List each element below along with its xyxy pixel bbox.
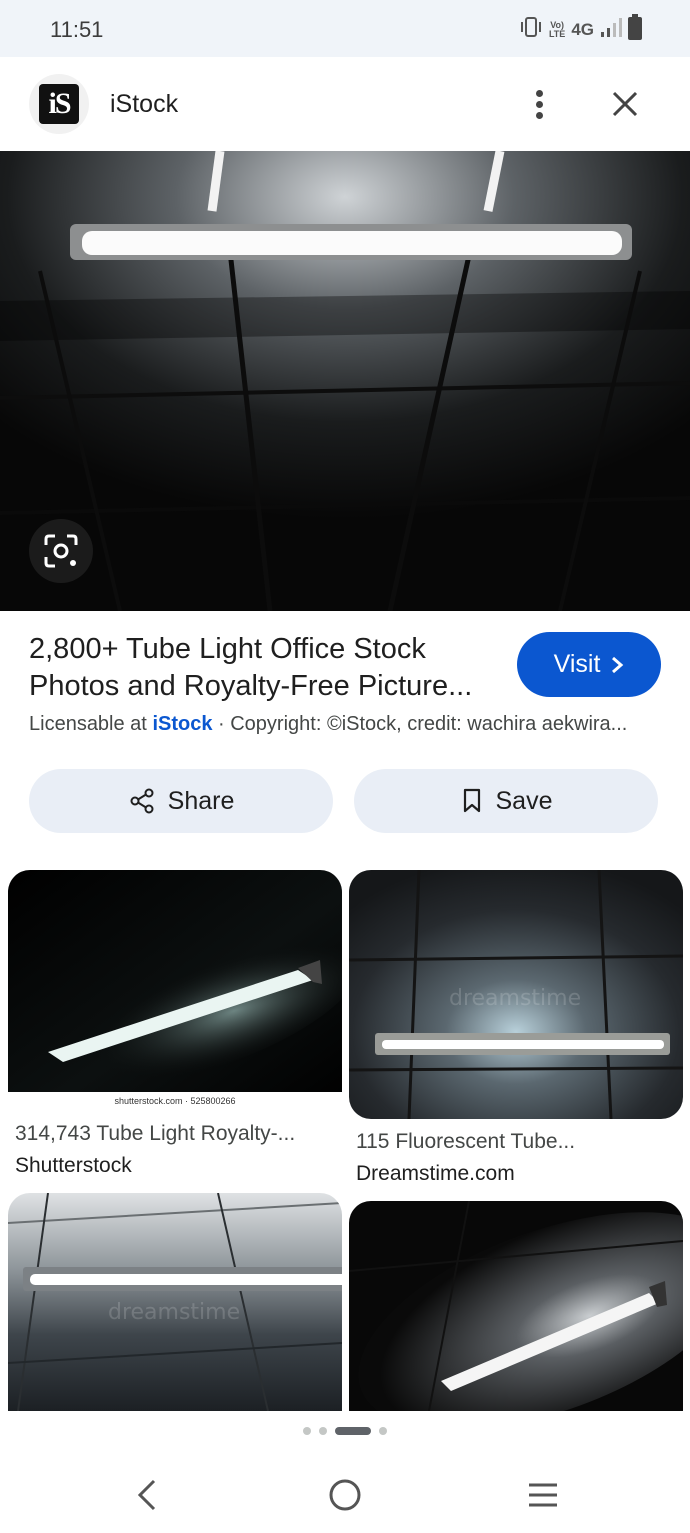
chevron-right-icon <box>612 656 624 673</box>
close-button[interactable] <box>603 82 647 126</box>
menu-icon <box>529 1483 557 1507</box>
bookmark-icon <box>463 788 480 813</box>
app-header: iS iStock <box>0 57 690 151</box>
related-source: Dreamstime.com <box>356 1162 515 1185</box>
related-caption: 115 Fluorescent Tube... <box>356 1130 576 1153</box>
network-type: 4G <box>571 19 594 39</box>
save-button[interactable]: Save <box>354 769 658 833</box>
preview-image[interactable] <box>0 151 690 611</box>
app-title: iStock <box>110 90 179 118</box>
share-icon <box>130 788 154 814</box>
share-button[interactable]: Share <box>29 769 333 833</box>
page-dot[interactable] <box>303 1427 311 1435</box>
related-thumbnail: dreamstime <box>8 1193 342 1411</box>
pagination-dots <box>0 1427 690 1435</box>
result-title-line2: Photos and Royalty-Free Picture... <box>29 670 473 702</box>
license-prefix: Licensable at <box>29 713 147 735</box>
status-time: 11:51 <box>50 17 104 42</box>
status-icons: Vo) LTE 4G <box>519 14 642 45</box>
lens-icon <box>44 534 78 568</box>
battery-icon <box>628 14 642 45</box>
logo-text: iS <box>39 84 79 124</box>
share-label: Share <box>167 786 235 815</box>
vibrate-icon <box>519 16 543 43</box>
more-options-button[interactable] <box>520 84 560 124</box>
related-thumbnail <box>349 1201 683 1411</box>
watermark: dreamstime <box>108 1300 241 1325</box>
back-icon <box>137 1479 156 1511</box>
back-button[interactable] <box>127 1475 167 1515</box>
related-source: Shutterstock <box>15 1154 132 1177</box>
related-item[interactable] <box>349 1201 683 1411</box>
visit-label: Visit <box>553 650 601 678</box>
result-title[interactable]: 2,800+ Tube Light Office Stock Photos an… <box>29 631 499 705</box>
watermark: dreamstime <box>449 986 582 1011</box>
lens-search-button[interactable] <box>29 519 93 583</box>
page-dot-active[interactable] <box>335 1427 371 1435</box>
signal-icon <box>600 16 622 43</box>
related-item[interactable]: dreamstime 115 Fluorescent Tube... Dream… <box>349 870 683 1186</box>
tube-light-photo <box>0 151 690 611</box>
system-nav-bar <box>0 1455 690 1533</box>
visit-button[interactable]: Visit <box>517 632 661 697</box>
license-line: Licensable at iStock · Copyright: ©iStoc… <box>29 713 664 736</box>
home-button[interactable] <box>325 1475 365 1515</box>
result-title-line1: 2,800+ Tube Light Office Stock <box>29 633 426 665</box>
more-vert-dot <box>536 101 543 108</box>
save-label: Save <box>495 786 553 815</box>
istock-logo[interactable]: iS <box>29 74 89 134</box>
related-item[interactable]: shutterstock.com · 525800266 314,743 Tub… <box>8 870 342 1178</box>
related-thumbnail: shutterstock.com · 525800266 <box>8 870 342 1110</box>
license-brand-link[interactable]: iStock <box>152 713 212 735</box>
page-dot[interactable] <box>379 1427 387 1435</box>
page-dot[interactable] <box>319 1427 327 1435</box>
more-vert-dot <box>536 112 543 119</box>
related-item[interactable]: dreamstime <box>8 1193 342 1411</box>
recents-button[interactable] <box>523 1475 563 1515</box>
more-vert-icon <box>536 90 543 97</box>
status-bar: 11:51 Vo) LTE 4G <box>0 0 690 57</box>
volte-bottom: LTE <box>548 28 566 39</box>
stock-strip: shutterstock.com · 525800266 <box>8 1092 342 1110</box>
home-icon <box>329 1479 361 1511</box>
close-icon <box>612 91 638 117</box>
related-thumbnail: dreamstime <box>349 870 683 1119</box>
license-rest: · Copyright: ©iStock, credit: wachira ae… <box>212 713 628 735</box>
related-caption: 314,743 Tube Light Royalty-... <box>15 1122 296 1145</box>
volte-icon: Vo) LTE <box>548 20 566 39</box>
